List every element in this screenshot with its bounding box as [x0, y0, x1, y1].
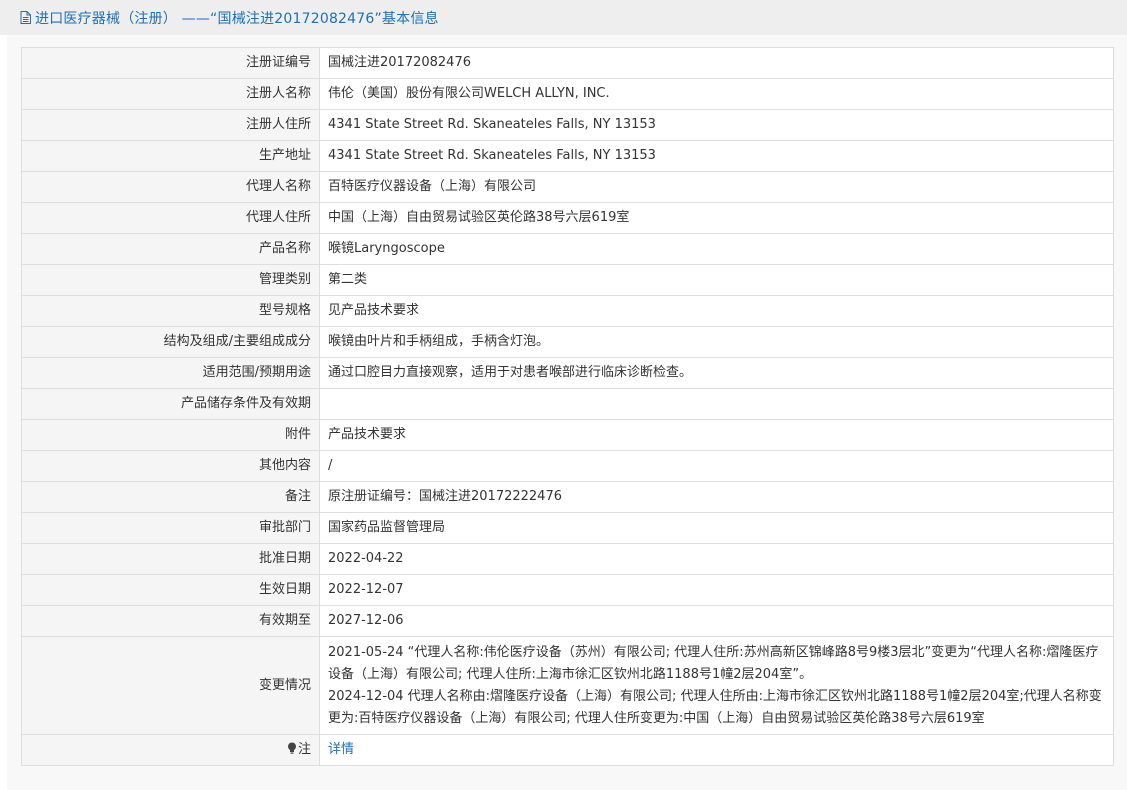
row-value-effective-date: 2022-12-07 [319, 574, 1114, 606]
row-value-production-address: 4341 State Street Rd. Skaneateles Falls,… [319, 140, 1114, 172]
row-label-storage: 产品储存条件及有效期 [21, 388, 320, 420]
table-row: 审批部门 国家药品监督管理局 [21, 512, 1114, 544]
page-header: 进口医疗器械（注册） ——“国械注进20172082476”基本信息 [0, 0, 1127, 35]
row-label-registrant-address: 注册人住所 [21, 109, 320, 141]
row-label-registrant-name: 注册人名称 [21, 78, 320, 110]
table-row: 结构及组成/主要组成成分 喉镜由叶片和手柄组成，手柄含灯泡。 [21, 326, 1114, 358]
row-value-change-history: 2021-05-24 “代理人名称:伟伦医疗设备（苏州）有限公司; 代理人住所:… [319, 636, 1114, 735]
table-row: 注册人名称 伟伦（美国）股份有限公司WELCH ALLYN, INC. [21, 78, 1114, 110]
row-value-agent-address: 中国（上海）自由贸易试验区英伦路38号六层619室 [319, 202, 1114, 234]
row-value-intended-use: 通过口腔目力直接观察，适用于对患者喉部进行临床诊断检查。 [319, 357, 1114, 389]
table-row: 有效期至 2027-12-06 [21, 605, 1114, 637]
row-label-attachment: 附件 [21, 419, 320, 451]
row-label-product-name: 产品名称 [21, 233, 320, 265]
row-value-management-category: 第二类 [319, 264, 1114, 296]
row-label-other: 其他内容 [21, 450, 320, 482]
row-label-effective-date: 生效日期 [21, 574, 320, 606]
row-label-production-address: 生产地址 [21, 140, 320, 172]
row-value-structure: 喉镜由叶片和手柄组成，手柄含灯泡。 [319, 326, 1114, 358]
table-row: 管理类别 第二类 [21, 264, 1114, 296]
table-row: 注册证编号 国械注进20172082476 [21, 47, 1114, 79]
row-label-model-spec: 型号规格 [21, 295, 320, 327]
lightbulb-icon [287, 740, 297, 754]
row-value-note: 详情 [319, 734, 1114, 766]
table-row: 生效日期 2022-12-07 [21, 574, 1114, 606]
table-row: 注册人住所 4341 State Street Rd. Skaneateles … [21, 109, 1114, 141]
row-label-structure: 结构及组成/主要组成成分 [21, 326, 320, 358]
row-label-approval-date: 批准日期 [21, 543, 320, 575]
row-label-agent-address: 代理人住所 [21, 202, 320, 234]
row-value-remarks: 原注册证编号：国械注进20172222476 [319, 481, 1114, 513]
table-row: 批准日期 2022-04-22 [21, 543, 1114, 575]
row-label-management-category: 管理类别 [21, 264, 320, 296]
table-row: 产品名称 喉镜Laryngoscope [21, 233, 1114, 265]
row-value-other: / [319, 450, 1114, 482]
note-label-text: 注 [297, 742, 311, 757]
document-icon [20, 11, 32, 24]
row-label-agent-name: 代理人名称 [21, 171, 320, 203]
row-value-approval-date: 2022-04-22 [319, 543, 1114, 575]
info-table: 注册证编号 国械注进20172082476 注册人名称 伟伦（美国）股份有限公司… [21, 47, 1114, 766]
row-value-model-spec: 见产品技术要求 [319, 295, 1114, 327]
table-row: 其他内容 / [21, 450, 1114, 482]
content-panel: 注册证编号 国械注进20172082476 注册人名称 伟伦（美国）股份有限公司… [7, 35, 1127, 790]
row-value-attachment: 产品技术要求 [319, 419, 1114, 451]
row-value-product-name: 喉镜Laryngoscope [319, 233, 1114, 265]
table-row: 适用范围/预期用途 通过口腔目力直接观察，适用于对患者喉部进行临床诊断检查。 [21, 357, 1114, 389]
row-label-change-history: 变更情况 [21, 636, 320, 735]
change-entry: 2024-12-04 代理人名称由:熠隆医疗设备（上海）有限公司; 代理人住所由… [328, 688, 1102, 726]
table-row: 备注 原注册证编号：国械注进20172222476 [21, 481, 1114, 513]
table-row-note: 注 详情 [21, 734, 1114, 766]
row-value-storage [319, 388, 1114, 420]
row-value-registrant-name: 伟伦（美国）股份有限公司WELCH ALLYN, INC. [319, 78, 1114, 110]
row-label-remarks: 备注 [21, 481, 320, 513]
table-row-change-history: 变更情况 2021-05-24 “代理人名称:伟伦医疗设备（苏州）有限公司; 代… [21, 636, 1114, 735]
row-value-valid-until: 2027-12-06 [319, 605, 1114, 637]
row-label-intended-use: 适用范围/预期用途 [21, 357, 320, 389]
row-label-registration-number: 注册证编号 [21, 47, 320, 79]
row-value-registration-number: 国械注进20172082476 [319, 47, 1114, 79]
row-value-approval-dept: 国家药品监督管理局 [319, 512, 1114, 544]
row-value-agent-name: 百特医疗仪器设备（上海）有限公司 [319, 171, 1114, 203]
change-entry: 2021-05-24 “代理人名称:伟伦医疗设备（苏州）有限公司; 代理人住所:… [328, 644, 1099, 682]
table-row: 生产地址 4341 State Street Rd. Skaneateles F… [21, 140, 1114, 172]
table-row: 产品储存条件及有效期 [21, 388, 1114, 420]
row-value-registrant-address: 4341 State Street Rd. Skaneateles Falls,… [319, 109, 1114, 141]
row-label-note: 注 [21, 734, 320, 766]
table-row: 代理人住所 中国（上海）自由贸易试验区英伦路38号六层619室 [21, 202, 1114, 234]
row-label-approval-dept: 审批部门 [21, 512, 320, 544]
table-row: 附件 产品技术要求 [21, 419, 1114, 451]
details-link[interactable]: 详情 [328, 742, 354, 757]
table-row: 型号规格 见产品技术要求 [21, 295, 1114, 327]
page-title: 进口医疗器械（注册） ——“国械注进20172082476”基本信息 [35, 10, 439, 27]
table-row: 代理人名称 百特医疗仪器设备（上海）有限公司 [21, 171, 1114, 203]
row-label-valid-until: 有效期至 [21, 605, 320, 637]
